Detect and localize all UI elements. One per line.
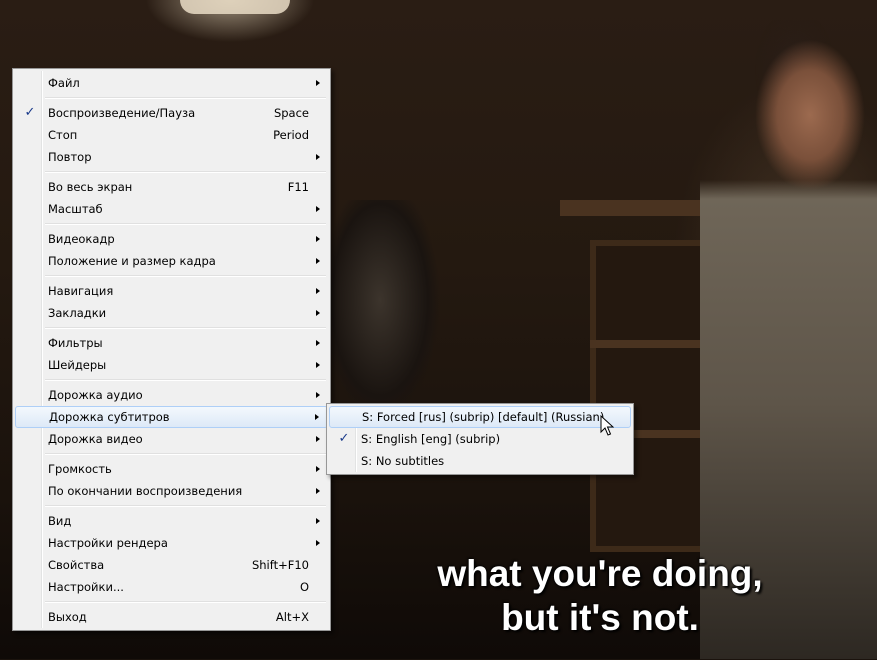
menu-item-navigation[interactable]: Навигация (15, 280, 328, 302)
subtitle-option-none[interactable]: S: No subtitles (329, 450, 631, 472)
menu-item-label: Громкость (48, 462, 112, 476)
submenu-arrow-icon (315, 414, 319, 420)
menu-item-exit[interactable]: Выход Alt+X (15, 606, 328, 628)
menu-item-video-frame[interactable]: Видеокадр (15, 228, 328, 250)
menu-item-view[interactable]: Вид (15, 510, 328, 532)
menu-item-label: Воспроизведение/Пауза (48, 106, 196, 120)
menu-item-file[interactable]: Файл (15, 72, 328, 94)
menu-separator (15, 220, 328, 228)
subtitle-text: what you're doing, but it's not. (380, 552, 820, 640)
menu-item-render-settings[interactable]: Настройки рендера (15, 532, 328, 554)
menu-item-properties[interactable]: Свойства Shift+F10 (15, 554, 328, 576)
submenu-arrow-icon (316, 466, 320, 472)
menu-shortcut: Space (273, 106, 309, 120)
submenu-arrow-icon (316, 362, 320, 368)
submenu-arrow-icon (316, 258, 320, 264)
menu-separator (15, 598, 328, 606)
menu-item-subtitle-track[interactable]: Дорожка субтитров (15, 406, 328, 428)
submenu-arrow-icon (316, 288, 320, 294)
menu-item-label: S: Forced [rus] (subrip) [default] (Russ… (362, 410, 605, 424)
mouse-cursor-icon (600, 415, 614, 436)
menu-shortcut: Alt+X (275, 610, 309, 624)
menu-item-label: Шейдеры (48, 358, 107, 372)
submenu-arrow-icon (316, 310, 320, 316)
menu-item-label: По окончании воспроизведения (48, 484, 243, 498)
menu-separator (15, 272, 328, 280)
submenu-arrow-icon (316, 436, 320, 442)
menu-item-label: Масштаб (48, 202, 103, 216)
menu-item-zoom[interactable]: Масштаб (15, 198, 328, 220)
menu-item-volume[interactable]: Громкость (15, 458, 328, 480)
menu-item-after-playback[interactable]: По окончании воспроизведения (15, 480, 328, 502)
menu-item-label: Дорожка аудио (48, 388, 143, 402)
subtitle-line-2: but it's not. (501, 597, 699, 638)
menu-shortcut: Shift+F10 (251, 558, 309, 572)
subtitle-option-english[interactable]: ✓ S: English [eng] (subrip) (329, 428, 631, 450)
subtitle-track-submenu: S: Forced [rus] (subrip) [default] (Russ… (326, 403, 634, 475)
menu-item-repeat[interactable]: Повтор (15, 146, 328, 168)
player-context-menu: Файл ✓ Воспроизведение/Пауза Space Стоп … (12, 68, 331, 631)
bookcase (590, 240, 712, 552)
submenu-arrow-icon (316, 236, 320, 242)
menu-item-filters[interactable]: Фильтры (15, 332, 328, 354)
menu-item-bookmarks[interactable]: Закладки (15, 302, 328, 324)
menu-separator (15, 502, 328, 510)
menu-item-label: Повтор (48, 150, 92, 164)
submenu-arrow-icon (316, 488, 320, 494)
menu-item-label: Свойства (48, 558, 105, 572)
menu-separator (15, 376, 328, 384)
menu-shortcut: O (299, 580, 309, 594)
check-icon: ✓ (24, 105, 36, 120)
submenu-arrow-icon (316, 154, 320, 160)
subtitle-line-1: what you're doing, (437, 553, 763, 594)
menu-item-label: Навигация (48, 284, 114, 298)
menu-separator (15, 168, 328, 176)
menu-item-label: Во весь экран (48, 180, 133, 194)
menu-item-label: Дорожка видео (48, 432, 143, 446)
menu-shortcut: Period (273, 128, 309, 142)
menu-separator (15, 324, 328, 332)
menu-item-play-pause[interactable]: ✓ Воспроизведение/Пауза Space (15, 102, 328, 124)
ceiling-lamp (180, 0, 290, 14)
menu-item-label: Видеокадр (48, 232, 115, 246)
submenu-arrow-icon (316, 518, 320, 524)
menu-item-frame-position-size[interactable]: Положение и размер кадра (15, 250, 328, 272)
menu-separator (15, 450, 328, 458)
shelf-top (560, 200, 710, 216)
menu-item-stop[interactable]: Стоп Period (15, 124, 328, 146)
menu-separator (15, 94, 328, 102)
submenu-arrow-icon (316, 80, 320, 86)
menu-item-label: Положение и размер кадра (48, 254, 216, 268)
menu-item-label: Настройки... (48, 580, 124, 594)
menu-item-label: Стоп (48, 128, 78, 142)
submenu-arrow-icon (316, 206, 320, 212)
menu-item-shaders[interactable]: Шейдеры (15, 354, 328, 376)
submenu-arrow-icon (316, 392, 320, 398)
menu-item-video-track[interactable]: Дорожка видео (15, 428, 328, 450)
submenu-arrow-icon (316, 540, 320, 546)
submenu-arrow-icon (316, 340, 320, 346)
menu-item-label: Фильтры (48, 336, 103, 350)
menu-item-label: Файл (48, 76, 80, 90)
shelf-board (590, 340, 700, 348)
menu-item-audio-track[interactable]: Дорожка аудио (15, 384, 328, 406)
menu-item-label: S: English [eng] (subrip) (361, 432, 501, 446)
subtitle-option-forced-rus[interactable]: S: Forced [rus] (subrip) [default] (Russ… (329, 406, 631, 428)
menu-item-label: Закладки (48, 306, 107, 320)
menu-shortcut: F11 (287, 180, 309, 194)
menu-item-settings[interactable]: Настройки... O (15, 576, 328, 598)
menu-item-label: Вид (48, 514, 72, 528)
menu-item-label: S: No subtitles (361, 454, 445, 468)
menu-item-label: Настройки рендера (48, 536, 168, 550)
menu-item-label: Дорожка субтитров (49, 410, 170, 424)
check-icon: ✓ (338, 431, 350, 446)
menu-item-label: Выход (48, 610, 87, 624)
menu-item-fullscreen[interactable]: Во весь экран F11 (15, 176, 328, 198)
